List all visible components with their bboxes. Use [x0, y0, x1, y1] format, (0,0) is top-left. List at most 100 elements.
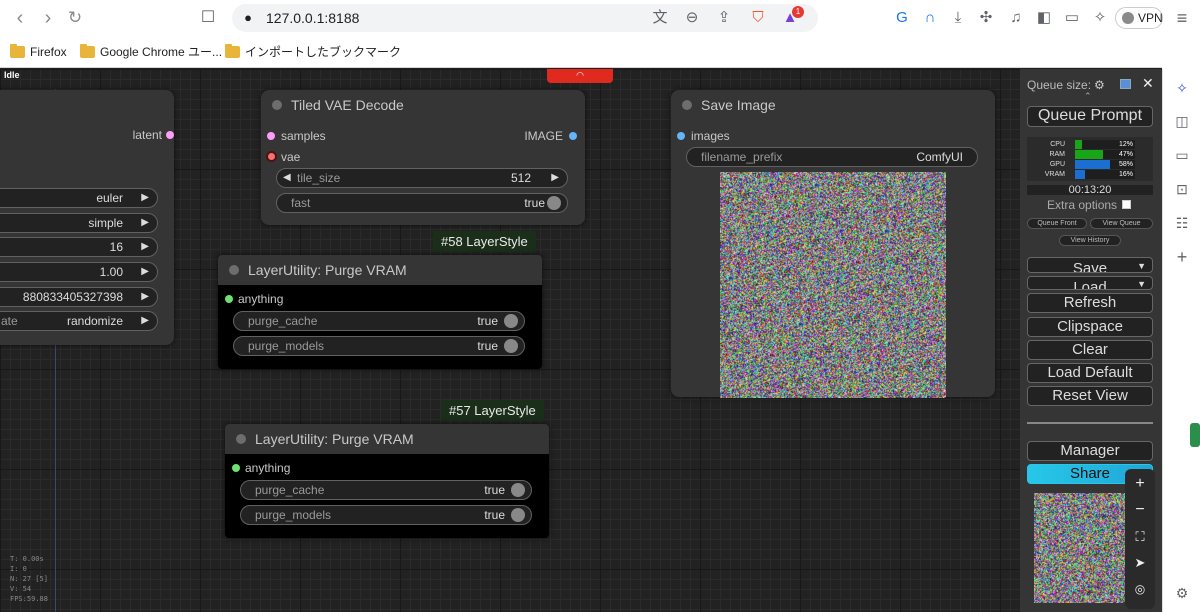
reading-list-icon[interactable]: ☷: [1173, 214, 1191, 232]
leo-icon[interactable]: ✧: [1173, 79, 1191, 97]
bookmark-imported[interactable]: インポートしたブックマーク: [225, 42, 401, 62]
input-anything[interactable]: anything: [232, 461, 290, 475]
image-icon[interactable]: [1120, 79, 1131, 89]
queue-front-button[interactable]: Queue Front: [1027, 218, 1087, 229]
gear-icon[interactable]: ⚙: [1094, 78, 1105, 92]
music-icon[interactable]: ♫: [1006, 8, 1026, 28]
load-button[interactable]: Load ▼: [1027, 276, 1153, 290]
control-after-generate-widget[interactable]: ate randomize ▶: [0, 311, 158, 331]
input-samples[interactable]: samples: [267, 129, 326, 143]
input-vae[interactable]: vae: [266, 150, 300, 164]
vpn-button[interactable]: VPN: [1115, 7, 1163, 29]
refresh-button[interactable]: Refresh: [1027, 293, 1153, 313]
ksampler-node[interactable]: latent euler ▶ simple ▶ 16 ▶ 1.00 ▶ 88083340…: [0, 90, 174, 345]
arrow-right-icon[interactable]: ▶: [141, 312, 149, 330]
menu-icon[interactable]: ≡: [1172, 8, 1192, 28]
arrow-right-icon[interactable]: ▶: [551, 169, 559, 187]
select-mode-icon[interactable]: ➤: [1125, 555, 1155, 571]
cfg-widget[interactable]: 1.00 ▶: [0, 262, 158, 282]
extension-arc-icon[interactable]: ∩: [920, 8, 940, 28]
collapse-dot[interactable]: [236, 434, 246, 444]
settings-icon[interactable]: ⚙: [1173, 584, 1191, 602]
collapse-dot[interactable]: [272, 100, 282, 110]
scheduler-widget[interactable]: simple ▶: [0, 213, 158, 233]
steps-widget[interactable]: 16 ▶: [0, 237, 158, 257]
camera-icon[interactable]: ◫: [1173, 112, 1191, 130]
zoom-out-icon[interactable]: −: [1125, 501, 1155, 519]
input-pin[interactable]: [232, 464, 240, 472]
fast-toggle[interactable]: fast true: [276, 193, 568, 213]
bookmark-icon[interactable]: ☐: [198, 8, 218, 28]
dropdown-arrow-icon[interactable]: ▼: [1137, 258, 1146, 272]
input-pin[interactable]: [266, 151, 277, 162]
output-pin[interactable]: [569, 132, 577, 140]
node-title[interactable]: LayerUtility: Purge VRAM: [218, 255, 542, 285]
extension-badge-icon[interactable]: [1190, 423, 1200, 447]
translate-icon[interactable]: 文: [650, 8, 670, 28]
graph-canvas[interactable]: Idle ◠ latent euler ▶ simple ▶ 16 ▶ 1.00 ▶ 8…: [0, 69, 1162, 612]
arrow-right-icon[interactable]: ▶: [141, 288, 149, 306]
download-icon[interactable]: ⤓: [948, 8, 968, 28]
bookmark-chrome[interactable]: Google Chrome ユー...: [80, 42, 222, 62]
input-pin[interactable]: [267, 132, 275, 140]
queue-prompt-button[interactable]: Queue Prompt: [1027, 106, 1153, 127]
node-title[interactable]: LayerUtility: Purge VRAM: [225, 424, 549, 454]
zoom-icon[interactable]: ⊖: [682, 8, 702, 28]
node-title[interactable]: Save Image: [671, 90, 995, 120]
back-icon[interactable]: ‹: [8, 6, 32, 30]
view-history-button[interactable]: View History: [1059, 235, 1121, 246]
bookmark-firefox[interactable]: Firefox: [10, 42, 67, 62]
tiled-vae-decode-node[interactable]: Tiled VAE Decode samples vae IMAGE ◀ til…: [261, 90, 585, 225]
drag-handle-icon[interactable]: ⌃: [1084, 91, 1092, 102]
output-image-preview[interactable]: [720, 172, 946, 398]
sampler-name-widget[interactable]: euler ▶: [0, 188, 158, 208]
purge-models-toggle[interactable]: purge_models true: [240, 505, 532, 525]
save-image-node[interactable]: Save Image images filename_prefix ComfyUI: [671, 90, 995, 398]
image-thumbnail[interactable]: [1034, 493, 1126, 603]
wallet-icon[interactable]: ▭: [1062, 8, 1082, 28]
share-icon[interactable]: ⇪: [714, 8, 734, 28]
clipspace-button[interactable]: Clipspace: [1027, 317, 1153, 337]
collapse-dot[interactable]: [229, 265, 239, 275]
purge-vram-node-58[interactable]: LayerUtility: Purge VRAM anything purge_…: [218, 255, 542, 369]
output-pin[interactable]: [166, 131, 174, 139]
arrow-right-icon[interactable]: ▶: [141, 238, 149, 256]
load-default-button[interactable]: Load Default: [1027, 363, 1153, 383]
input-pin[interactable]: [677, 132, 685, 140]
forward-icon[interactable]: ›: [36, 6, 60, 30]
site-info-icon[interactable]: ●: [238, 8, 258, 28]
arrow-left-icon[interactable]: ◀: [283, 169, 291, 187]
canvas-menu-tab[interactable]: ◠: [547, 69, 613, 83]
toggle-knob[interactable]: [547, 196, 561, 210]
save-button[interactable]: Save ▼: [1027, 257, 1153, 273]
address-bar[interactable]: ● 127.0.0.1:8188 文 ⊖ ⇪ ⛉ ▲ 1: [232, 4, 818, 32]
purge-models-toggle[interactable]: purge_models true: [233, 336, 525, 356]
brave-shield-icon[interactable]: ⛉: [748, 8, 768, 28]
arrow-right-icon[interactable]: ▶: [141, 214, 149, 232]
view-queue-button[interactable]: View Queue: [1090, 218, 1153, 229]
collapse-dot[interactable]: [682, 100, 692, 110]
toggle-knob[interactable]: [504, 314, 518, 328]
toggle-knob[interactable]: [504, 339, 518, 353]
purge-cache-toggle[interactable]: purge_cache true: [233, 311, 525, 331]
wallet-sidebar-icon[interactable]: ▭: [1173, 146, 1191, 164]
hide-links-icon[interactable]: ◎: [1125, 582, 1155, 596]
toggle-knob[interactable]: [511, 483, 525, 497]
manager-button[interactable]: Manager: [1027, 441, 1153, 461]
input-anything[interactable]: anything: [225, 292, 283, 306]
output-latent[interactable]: latent: [133, 128, 174, 142]
purge-vram-node-57[interactable]: LayerUtility: Purge VRAM anything purge_…: [225, 424, 549, 538]
translate-extension-icon[interactable]: G: [892, 8, 912, 28]
extensions-icon[interactable]: ✣: [976, 8, 996, 28]
add-icon[interactable]: +: [1173, 248, 1191, 266]
reload-icon[interactable]: ↻: [63, 6, 87, 30]
input-pin[interactable]: [225, 295, 233, 303]
tile-size-widget[interactable]: ◀ tile_size 512 ▶: [276, 168, 568, 188]
fit-view-icon[interactable]: ⛶: [1125, 529, 1155, 545]
output-image[interactable]: IMAGE: [524, 129, 577, 143]
purge-cache-toggle[interactable]: purge_cache true: [240, 480, 532, 500]
reset-view-button[interactable]: Reset View: [1027, 386, 1153, 406]
bookmarks-sidebar-icon[interactable]: ⊡: [1173, 180, 1191, 198]
leo-ai-icon[interactable]: ✧: [1090, 8, 1110, 28]
zoom-in-icon[interactable]: +: [1125, 475, 1155, 493]
